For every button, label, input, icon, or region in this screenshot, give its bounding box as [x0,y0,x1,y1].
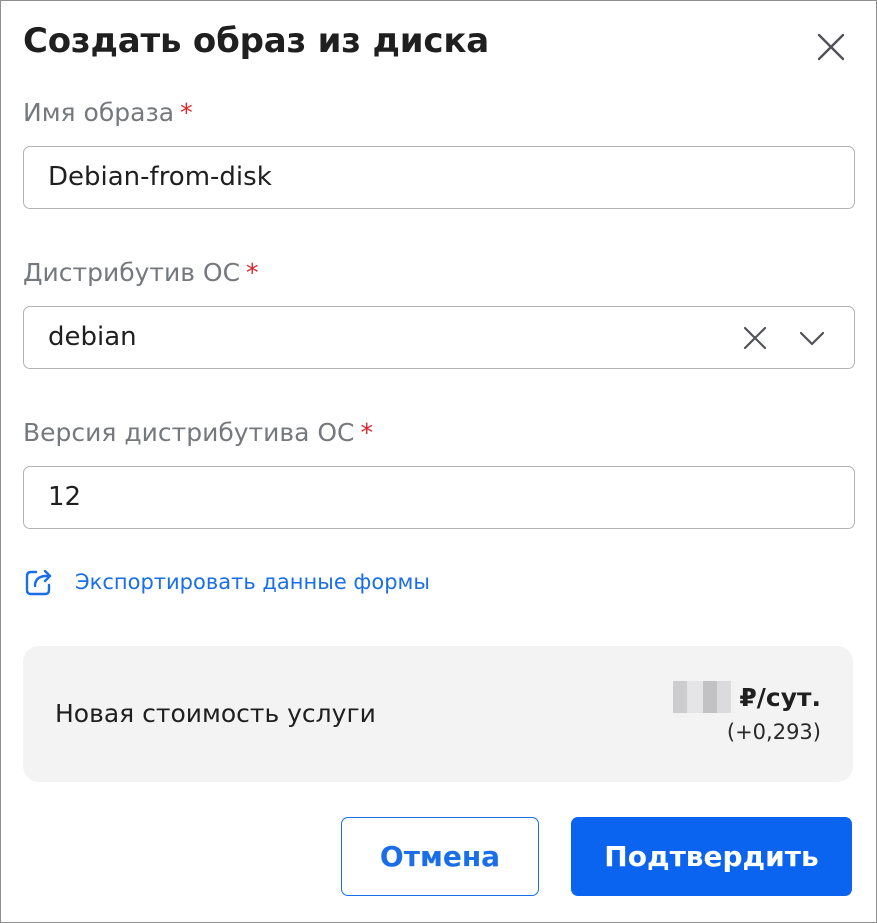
create-image-dialog: Создать образ из диска Имя образа * Debia… [0,0,877,923]
cancel-button[interactable]: Отмена [341,817,539,896]
required-mark: * [360,418,374,447]
cost-label: Новая стоимость услуги [55,699,376,728]
export-form-data-link[interactable]: Экспортировать данные формы [23,564,430,600]
clear-icon [743,326,767,350]
os-distro-select[interactable]: debian [23,306,855,369]
cost-price-row: ₽/сут. [673,680,821,714]
os-version-value: 12 [48,482,82,512]
required-mark: * [246,258,259,287]
os-distro-value: debian [48,322,137,352]
export-form-data-label: Экспортировать данные формы [75,570,430,594]
os-version-label-text: Версия дистрибутива ОС [23,418,355,447]
cost-delta: (+0,293) [726,720,821,744]
dialog-title: Создать образ из диска [23,21,489,61]
required-mark: * [180,98,193,127]
close-icon [817,33,845,61]
os-version-label: Версия дистрибутива ОС * [23,417,373,449]
os-distro-label-text: Дистрибутив ОС [23,258,241,287]
confirm-button[interactable]: Подтвердить [571,817,852,896]
cost-summary: Новая стоимость услуги ₽/сут. (+0,293) [23,646,853,782]
export-icon [25,569,52,596]
os-distro-label: Дистрибутив ОС * [23,257,259,289]
os-version-input[interactable]: 12 [23,466,855,529]
hidden-price-placeholder [673,681,732,713]
clear-selection-button[interactable] [740,323,770,353]
image-name-label-text: Имя образа [23,98,175,127]
image-name-value: Debian-from-disk [48,162,272,192]
cost-values: ₽/сут. (+0,293) [673,680,821,744]
image-name-input[interactable]: Debian-from-disk [23,146,855,209]
chevron-down-icon [799,331,825,346]
cost-unit: ₽/сут. [739,682,821,712]
dropdown-toggle[interactable] [797,323,827,353]
image-name-label: Имя образа * [23,97,193,129]
close-button[interactable] [813,29,849,65]
